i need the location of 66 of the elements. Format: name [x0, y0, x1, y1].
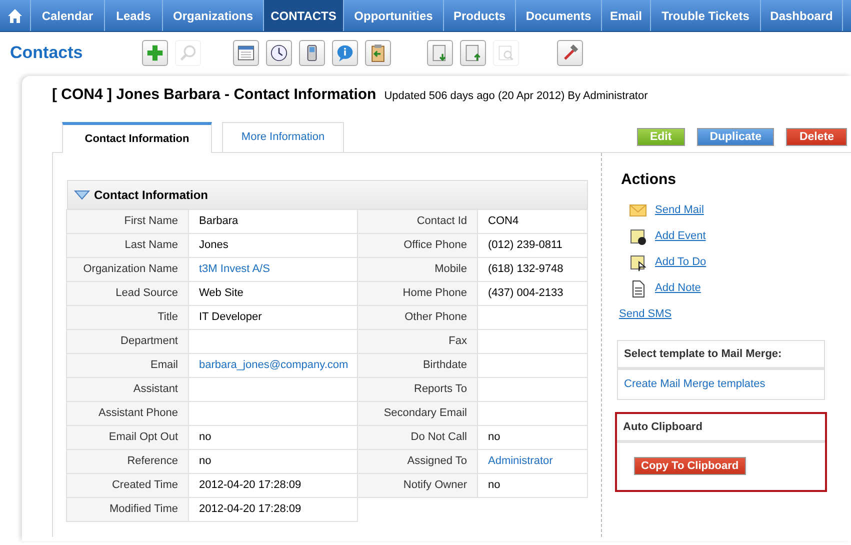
section-title: Contact Information [94, 187, 208, 204]
action-link[interactable]: Add Note [655, 280, 701, 297]
field-label: Created Time [66, 473, 189, 498]
action-link[interactable]: Send SMS [619, 306, 672, 323]
field-label: Title [66, 305, 189, 330]
delete-button[interactable]: Delete [786, 128, 847, 146]
nav-tab[interactable]: Dashboard [761, 0, 843, 31]
action-link[interactable]: Add Event [655, 228, 706, 245]
field-label: Do Not Call [357, 425, 478, 450]
clock-icon[interactable] [266, 40, 292, 66]
field-label: Fax [357, 329, 478, 354]
nav-tab[interactable]: Trouble Tickets [651, 0, 761, 31]
plus-icon[interactable] [142, 40, 168, 66]
field-label: Notify Owner [357, 473, 478, 498]
module-title: Contacts [9, 42, 84, 64]
record-title: [ CON4 ] Jones Barbara - Contact Information [52, 85, 376, 105]
tab[interactable]: More Information [222, 122, 344, 152]
phone-icon[interactable] [299, 40, 325, 66]
field-label: Last Name [66, 233, 189, 258]
nav-tab[interactable]: Opportunities [344, 0, 444, 31]
field-label: Mobile [357, 257, 478, 282]
field-label: Organization Name [66, 257, 189, 282]
nav-tab[interactable]: Calendar [31, 0, 105, 31]
field-label: Reference [66, 449, 189, 474]
field-value: no [477, 473, 588, 498]
nav-tab[interactable]: CONTACTS [264, 0, 344, 31]
action-link[interactable]: Add To Do [655, 254, 706, 271]
field-label: Home Phone [357, 281, 478, 306]
panel-header: Select template to Mail Merge: [618, 340, 824, 370]
field-label: Department [66, 329, 189, 354]
action-link[interactable]: Send Mail [655, 202, 704, 219]
field-label: Birthdate [357, 353, 478, 378]
field-label: Other Phone [357, 305, 478, 330]
calendar-icon[interactable] [233, 40, 259, 66]
field-label: Reports To [357, 377, 478, 402]
calendar-cursor-icon [629, 254, 647, 272]
field-label: Email [66, 353, 189, 378]
clipboard-icon[interactable] [365, 40, 391, 66]
field-label: Email Opt Out [66, 425, 189, 450]
nav-tab[interactable]: Documents [516, 0, 602, 31]
field-label: Office Phone [357, 233, 478, 258]
field-value: 2012-04-20 17:28:09 [188, 497, 358, 522]
field-label: Modified Time [66, 497, 189, 522]
nav-tab[interactable]: Email [602, 0, 651, 31]
field-label: Assigned To [357, 449, 478, 474]
section-header[interactable]: Contact Information [67, 180, 588, 210]
collapse-icon [74, 190, 90, 200]
hammer-icon[interactable] [557, 40, 583, 66]
field-label: Secondary Email [357, 401, 478, 426]
duplicate-button[interactable]: Duplicate [696, 128, 774, 146]
field-label: Lead Source [66, 281, 189, 306]
panel-header: Auto Clipboard [617, 414, 825, 443]
mail-merge-link[interactable]: Create Mail Merge templates [618, 370, 824, 398]
field-label: Assistant [66, 377, 189, 402]
field-label: Assistant Phone [66, 401, 189, 426]
field-label: First Name [66, 209, 189, 234]
speech-bubble-icon[interactable] [332, 40, 358, 66]
update-info: Updated 506 days ago (20 Apr 2012) By Administrator [384, 89, 648, 104]
envelope-icon [629, 202, 647, 220]
calendar-clock-icon [629, 228, 647, 246]
field-label: Contact Id [357, 209, 478, 234]
copy-to-clipboard-button[interactable]: Copy To Clipboard [634, 457, 746, 475]
nav-tab[interactable]: Products [444, 0, 516, 31]
tab[interactable]: Contact Information [62, 122, 212, 153]
nav-tab[interactable]: Leads [105, 0, 163, 31]
actions-heading: Actions [620, 170, 678, 190]
